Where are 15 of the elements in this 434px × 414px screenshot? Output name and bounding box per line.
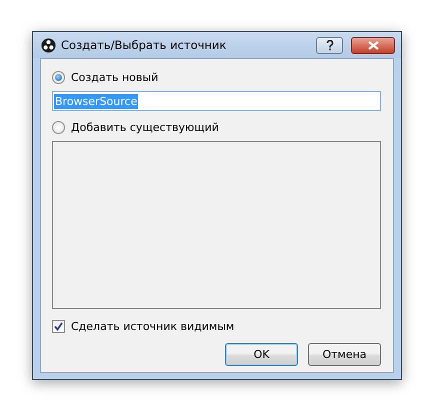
field-value: BrowserSource: [54, 94, 138, 108]
help-button[interactable]: [316, 36, 343, 54]
radio-button[interactable]: [52, 70, 65, 84]
ok-button[interactable]: OK: [225, 343, 298, 366]
radio-button[interactable]: [52, 120, 65, 134]
help-icon: [326, 40, 334, 50]
cancel-button[interactable]: Отмена: [308, 343, 381, 366]
checkbox-label[interactable]: Сделать источник видимым: [71, 320, 234, 332]
radio-label[interactable]: Создать новый: [71, 70, 158, 84]
app-logo-icon: [41, 38, 56, 52]
window-title: Создать/Выбрать источник: [61, 38, 228, 52]
visible-checkbox[interactable]: [52, 320, 65, 332]
close-button[interactable]: [351, 36, 395, 54]
close-icon: [368, 40, 378, 50]
radio-label[interactable]: Добавить существующий: [71, 120, 219, 134]
